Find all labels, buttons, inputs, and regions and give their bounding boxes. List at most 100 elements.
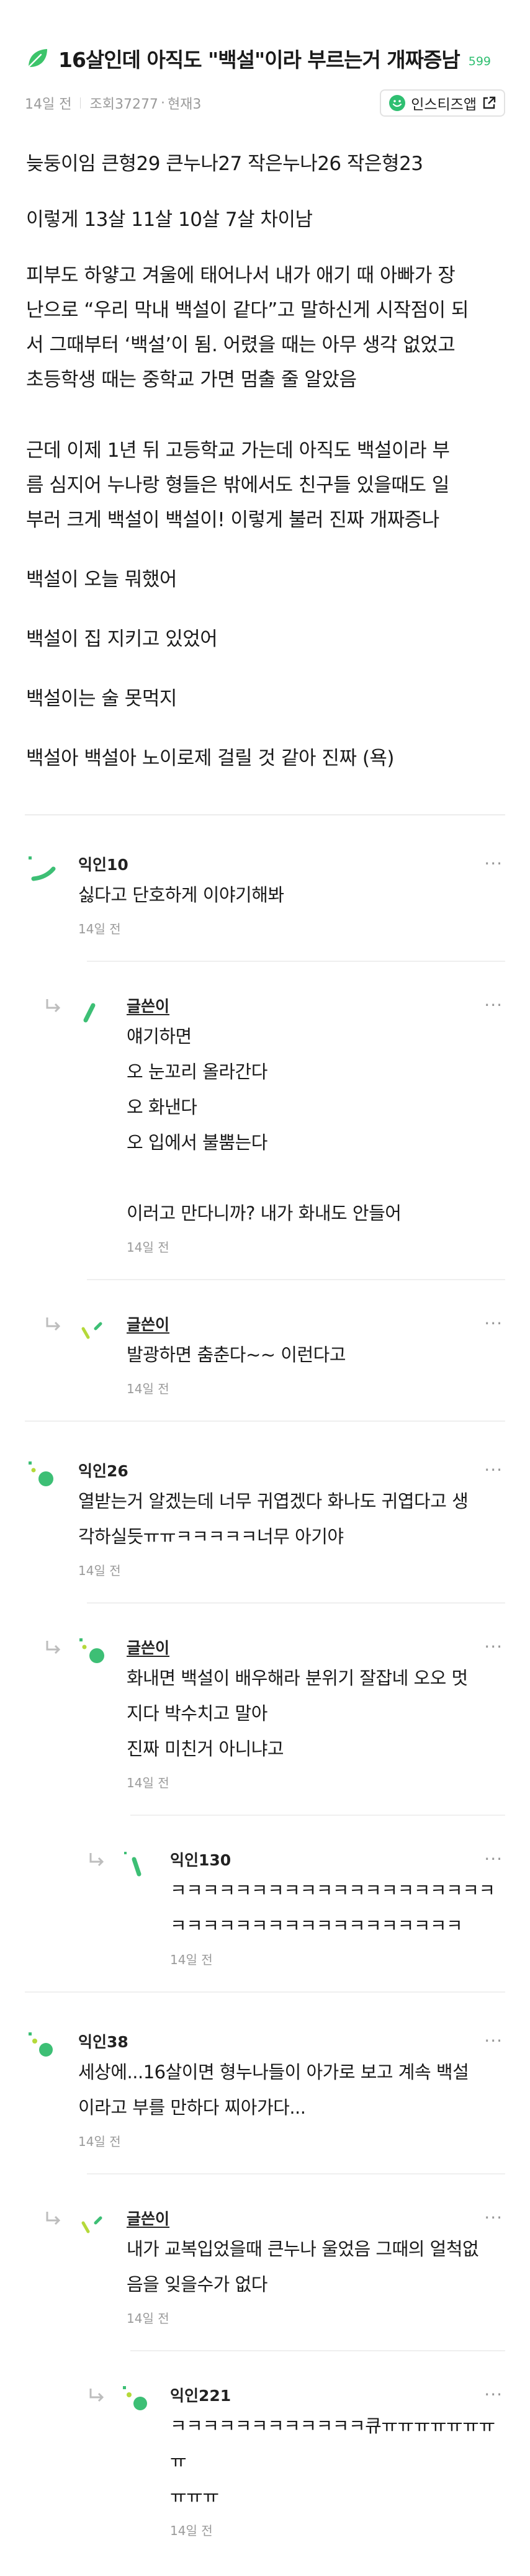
- reply-arrow-icon: [46, 1641, 61, 1654]
- avatar: [83, 1003, 96, 1023]
- comment-line: 이라고 부를 만하다 찌아가다...: [78, 2097, 306, 2118]
- comment-count-badge[interactable]: 599: [469, 55, 491, 68]
- comment-line: ㅋㅋㅋㅋㅋㅋㅋㅋㅋㅋㅋㅋㅋㅋㅋㅋㅋㅋㅋㅋ: [170, 1880, 495, 1901]
- comment-author[interactable]: 글쓴이: [127, 994, 169, 1016]
- comment-author[interactable]: 글쓴이: [127, 1313, 169, 1335]
- more-dots-icon[interactable]: ···: [484, 1851, 503, 1868]
- comment-time: 14일 전: [127, 1240, 169, 1255]
- external-link-icon: [483, 96, 496, 109]
- body-line: 름 심지어 누나랑 형들은 밖에서도 친구들 있을때도 일: [26, 474, 449, 496]
- more-dots-icon[interactable]: ···: [484, 2032, 503, 2050]
- more-dots-icon[interactable]: ···: [484, 2209, 503, 2227]
- comment-line: ㅋㅋㅋㅋㅋㅋㅋㅋㅋㅋㅋㅋㅋㅋㅋㅋㅋㅋ: [170, 1915, 463, 1936]
- body-line: 이렇게 13살 11살 10살 7살 차이남: [26, 209, 313, 231]
- comment-time: 14일 전: [127, 1381, 169, 1396]
- reply-arrow-icon: [46, 2212, 61, 2225]
- comment-line: 이러고 만다니까? 내가 화내도 안들어: [127, 1203, 402, 1224]
- body-line: 근데 이제 1년 뒤 고등학교 가는데 아직도 백설이라 부: [26, 439, 450, 462]
- comment-line: [127, 1160, 503, 1196]
- comment-author[interactable]: 익인38: [78, 2030, 128, 2052]
- comment-author[interactable]: 익인26: [78, 1459, 128, 1481]
- comment-text: 열받는거 알겠는데 너무 귀엽겠다 화나도 귀엽다고 생 각하실듯ㅠㅠㅋㅋㅋㅋㅋ…: [78, 1484, 530, 1555]
- post-body: 늦둥이임 큰형29 큰누나27 작은누나26 작은형23 이렇게 13살 11살…: [0, 122, 530, 776]
- post-header: 16살인데 아직도 "백설"이라 부르는거 개짜증남 599: [0, 0, 530, 73]
- comment-text: ㅋㅋㅋㅋㅋㅋㅋㅋㅋㅋㅋㅋㅋㅋㅋㅋㅋㅋㅋㅋ ㅋㅋㅋㅋㅋㅋㅋㅋㅋㅋㅋㅋㅋㅋㅋㅋㅋㅋ: [170, 1873, 530, 1944]
- avatar: [29, 1461, 53, 1486]
- comment-time: 14일 전: [127, 1775, 169, 1790]
- body-line: 백설이 집 지키고 있었어: [26, 628, 218, 650]
- more-dots-icon[interactable]: ···: [484, 997, 503, 1014]
- body-line: 초등학생 때는 중학교 가면 멈출 줄 알았음: [26, 369, 357, 391]
- post-page: 16살인데 아직도 "백설"이라 부르는거 개짜증남 599 14일 전 조회3…: [0, 0, 530, 2576]
- comment-time: 14일 전: [170, 2523, 213, 2538]
- avatar: [124, 1852, 141, 1877]
- comment: 익인38 ··· 세상에...16살이면 형누나들이 아가로 보고 계속 백설 …: [0, 1993, 530, 2150]
- comment-text: 얘기하면 오 눈꼬리 올라간다 오 화낸다 오 입에서 불뿜는다 이러고 만다니…: [127, 1019, 530, 1231]
- post-meta: 14일 전 조회37277 · 현재3 인스티즈앱: [0, 73, 530, 122]
- comment-line: 열받는거 알겠는데 너무 귀엽겠다 화나도 귀엽다고 생: [78, 1491, 469, 1512]
- comment-reply: 글쓴이 ··· 얘기하면 오 눈꼬리 올라간다 오 화낸다 오 입에서 불뿜는다…: [0, 962, 530, 1255]
- reply-arrow-icon: [46, 999, 61, 1013]
- comment-line: 화내면 백설이 배우해라 분위기 잘잡네 오오 멋: [127, 1667, 468, 1689]
- comment-line: 각하실듯ㅠㅠㅋㅋㅋㅋㅋ너무 아기야: [78, 1526, 344, 1547]
- body-line: 백설이 오늘 뭐했어: [26, 568, 177, 591]
- comment-time: 14일 전: [78, 1563, 121, 1578]
- comment-text: 싫다고 단호하게 이야기해봐: [78, 877, 530, 913]
- open-app-button[interactable]: 인스티즈앱: [380, 89, 505, 117]
- comment-time: 14일 전: [78, 922, 121, 936]
- reply-arrow-icon: [89, 2389, 104, 2402]
- avatar: [81, 2216, 102, 2233]
- comment-text: 화내면 백설이 배우해라 분위기 잘잡네 오오 멋 지다 박수치고 말아 진짜 …: [127, 1661, 530, 1767]
- body-line: 서 그때부터 ‘백설’이 됨. 어렸을 때는 아무 생각 없었고: [26, 334, 456, 356]
- post-meta-info: 14일 전 조회37277 · 현재3: [25, 93, 201, 113]
- comment-author[interactable]: 익인221: [170, 2384, 231, 2406]
- comment-author[interactable]: 글쓴이: [127, 1636, 169, 1658]
- comment-author[interactable]: 익인130: [170, 1848, 231, 1870]
- comment-line: 싫다고 단호하게 이야기해봐: [78, 884, 284, 905]
- comment-line: 내가 교복입었을때 큰누나 울었음 그때의 얼척없: [127, 2238, 479, 2260]
- more-dots-icon[interactable]: ···: [484, 2386, 503, 2403]
- comment-author[interactable]: 익인10: [78, 853, 128, 875]
- avatar: [81, 1322, 102, 1339]
- body-line: 백설아 백설아 노이로제 걸릴 것 같아 진짜 (욕): [26, 747, 395, 770]
- reply-arrow-icon: [89, 1853, 104, 1867]
- comment-line: 오 화낸다: [127, 1097, 197, 1118]
- comment-text: 세상에...16살이면 형누나들이 아가로 보고 계속 백설 이라고 부를 만하…: [78, 2055, 530, 2125]
- comment: 익인10 ··· 싫다고 단호하게 이야기해봐 14일 전: [0, 815, 530, 937]
- comment-time: 14일 전: [170, 1952, 213, 1967]
- meta-dot: ·: [160, 95, 165, 111]
- comment-reply: 글쓴이 ··· 화내면 백설이 배우해라 분위기 잘잡네 오오 멋 지다 박수치…: [0, 1604, 530, 1791]
- more-dots-icon[interactable]: ···: [484, 855, 503, 873]
- comment-text: ㅋㅋㅋㅋㅋㅋㅋㅋㅋㅋㅋㅋ큐ㅠㅠㅠㅠㅠㅠㅠㅠ ㅠㅠㅠ: [170, 2408, 530, 2515]
- comment-reply: 익인221 ··· ㅋㅋㅋㅋㅋㅋㅋㅋㅋㅋㅋㅋ큐ㅠㅠㅠㅠㅠㅠㅠㅠ ㅠㅠㅠ 14일 …: [0, 2351, 530, 2539]
- leaf-icon: [27, 49, 47, 68]
- comment-author[interactable]: 글쓴이: [127, 2207, 169, 2229]
- comment-time: 14일 전: [127, 2311, 169, 2326]
- meta-divider: [80, 97, 81, 109]
- view-count: 조회37277: [89, 97, 158, 112]
- post-title: 16살인데 아직도 "백설"이라 부르는거 개짜증남: [58, 48, 460, 72]
- body-line: 피부도 하얗고 겨울에 태어나서 내가 애기 때 아빠가 장: [26, 264, 456, 287]
- more-dots-icon[interactable]: ···: [484, 1638, 503, 1656]
- post-time: 14일 전: [25, 97, 72, 112]
- avatar: [123, 2386, 147, 2410]
- avatar: [79, 1638, 104, 1663]
- comment-text: 내가 교복입었을때 큰누나 울었음 그때의 얼척없 음을 잊을수가 없다: [127, 2232, 530, 2302]
- smile-icon: [389, 95, 406, 111]
- open-app-label: 인스티즈앱: [411, 97, 477, 113]
- body-line: 부러 크게 백설이 백설이! 이렇게 불러 진짜 개짜증나: [26, 509, 439, 531]
- body-line: 백설이는 술 못먹지: [26, 688, 177, 710]
- avatar: [29, 856, 56, 881]
- more-dots-icon[interactable]: ···: [484, 1315, 503, 1332]
- comment: 익인26 ··· 열받는거 알겠는데 너무 귀엽겠다 화나도 귀엽다고 생 각하…: [0, 1422, 530, 1579]
- body-line: 난으로 “우리 막내 백설이 같다”고 말하신게 시작점이 되: [26, 299, 469, 321]
- avatar: [29, 2032, 53, 2057]
- comment-line: ㅠㅠㅠ: [170, 2486, 219, 2507]
- comment-text: 발광하면 춤춘다~~ 이런다고: [127, 1337, 530, 1373]
- more-dots-icon[interactable]: ···: [484, 1461, 503, 1479]
- comment-line: 오 눈꼬리 올라간다: [127, 1061, 267, 1082]
- comment-line: 발광하면 춤춘다~~ 이런다고: [127, 1344, 346, 1365]
- comment-reply: 글쓴이 ··· 내가 교복입었을때 큰누나 울었음 그때의 얼척없 음을 잊을수…: [0, 2174, 530, 2327]
- reply-arrow-icon: [46, 1317, 61, 1331]
- body-line: 늦둥이임 큰형29 큰누나27 작은누나26 작은형23: [26, 153, 423, 175]
